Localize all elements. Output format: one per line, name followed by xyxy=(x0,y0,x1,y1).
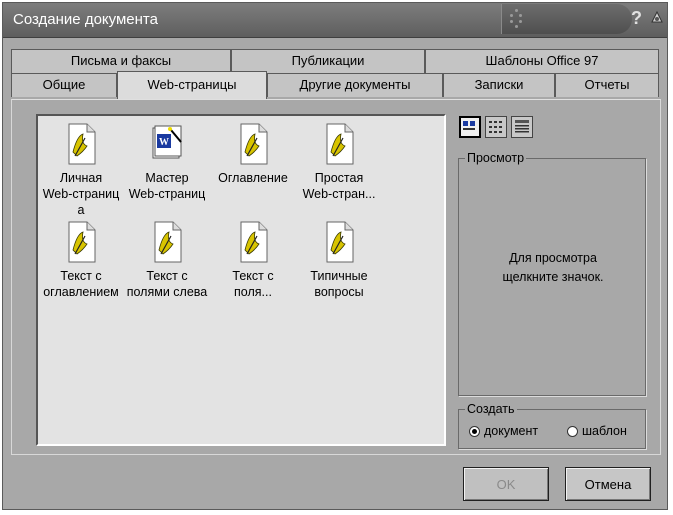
template-label: Оглавление xyxy=(218,171,288,185)
large-icons-icon xyxy=(463,121,475,130)
template-simple-web-page[interactable]: Простая Web-стран... xyxy=(296,122,382,202)
web-page-template-icon xyxy=(154,221,182,263)
tab-label: Записки xyxy=(474,77,524,92)
web-page-template-icon xyxy=(240,221,268,263)
template-label: Текст с xyxy=(232,269,274,283)
template-list[interactable]: Личная Web-страниц а W Мастер Web-страни… xyxy=(36,114,446,446)
web-page-template-icon xyxy=(68,123,96,165)
template-text-left-margin[interactable]: Текст с полями слева xyxy=(124,220,210,300)
wizard-icon: W xyxy=(152,125,182,159)
template-label: оглавлением xyxy=(43,285,119,299)
template-text-with-toc[interactable]: Текст с оглавлением xyxy=(38,220,124,300)
template-label: Web-страниц xyxy=(42,187,120,201)
web-page-template-icon xyxy=(326,123,354,165)
preview-hint-line: щелкните значок. xyxy=(502,270,604,284)
tab-memos[interactable]: Записки xyxy=(443,73,555,97)
template-label: Текст с xyxy=(146,269,188,283)
tab-office97-templates[interactable]: Шаблоны Office 97 xyxy=(425,49,659,73)
cancel-button[interactable]: Отмена xyxy=(565,467,651,501)
radio-template[interactable]: шаблон xyxy=(567,424,627,438)
template-label: Типичные xyxy=(310,269,368,283)
window-title: Создание документа xyxy=(13,11,158,28)
template-faq[interactable]: Типичные вопросы xyxy=(296,220,382,300)
template-personal-web-page[interactable]: Личная Web-страниц а xyxy=(38,122,124,218)
radio-label: документ xyxy=(484,424,539,438)
tab-label: Шаблоны Office 97 xyxy=(485,53,599,68)
template-label: поля... xyxy=(234,285,272,299)
tab-other-documents[interactable]: Другие документы xyxy=(267,73,443,97)
template-label: Личная xyxy=(59,171,103,185)
preview-hint-line: Для просмотра xyxy=(509,251,597,265)
tab-label: Другие документы xyxy=(299,77,411,92)
web-page-template-icon xyxy=(68,221,96,263)
template-label: вопросы xyxy=(314,285,364,299)
svg-text:W: W xyxy=(159,137,169,148)
tab-label: Публикации xyxy=(291,53,365,68)
tab-label: Общие xyxy=(42,77,86,92)
web-page-template-icon xyxy=(240,123,268,165)
title-bar[interactable]: Создание документа ? xyxy=(3,3,667,38)
list-icon xyxy=(489,121,502,133)
radio-document[interactable]: документ xyxy=(469,424,538,438)
radio-unchecked-icon xyxy=(567,426,578,437)
template-label: Web-стран... xyxy=(302,187,376,201)
create-group: Создать документ шаблон xyxy=(458,402,646,449)
details-view-button[interactable] xyxy=(511,116,533,138)
large-icons-view-button[interactable] xyxy=(459,116,481,138)
template-label: Web-страниц xyxy=(128,187,206,201)
template-label: Мастер xyxy=(145,171,189,185)
template-web-page-wizard[interactable]: W Мастер Web-страниц xyxy=(124,122,210,202)
tab-strip: Письма и факсы Публикации Шаблоны Office… xyxy=(11,49,661,99)
details-icon xyxy=(515,120,529,133)
radio-label: шаблон xyxy=(582,424,627,438)
preview-group-label: Просмотр xyxy=(465,151,527,165)
template-label: а xyxy=(77,203,85,217)
preview-group: Просмотр Для просмотра щелкните значок. xyxy=(458,151,647,396)
template-label: Текст с xyxy=(60,269,102,283)
web-page-template-icon xyxy=(326,221,354,263)
list-view-button[interactable] xyxy=(485,116,507,138)
new-document-dialog: Создание документа ? Письма и факсы Публ… xyxy=(2,2,668,510)
tab-letters-faxes[interactable]: Письма и факсы xyxy=(11,49,231,73)
create-group-label: Создать xyxy=(465,402,517,416)
preview-hint: Для просмотра щелкните значок. xyxy=(459,249,647,287)
tab-label: Письма и факсы xyxy=(70,53,172,68)
close-icon[interactable] xyxy=(649,9,665,25)
grip-icon xyxy=(507,9,525,29)
radio-checked-icon xyxy=(469,426,480,437)
help-icon[interactable]: ? xyxy=(631,8,642,29)
template-text-margins[interactable]: Текст с поля... xyxy=(210,220,296,300)
template-label: Простая xyxy=(314,171,364,185)
tab-panel: Личная Web-страниц а W Мастер Web-страни… xyxy=(11,99,661,455)
tab-label: Отчеты xyxy=(584,77,630,92)
ok-button[interactable]: OK xyxy=(463,467,549,501)
tab-reports[interactable]: Отчеты xyxy=(555,73,659,97)
tab-general[interactable]: Общие xyxy=(11,73,117,97)
tab-publications[interactable]: Публикации xyxy=(231,49,425,73)
template-label: полями слева xyxy=(126,285,208,299)
template-table-of-contents[interactable]: Оглавление xyxy=(210,122,296,186)
tab-label: Web-страницы xyxy=(147,77,237,92)
tab-web-pages[interactable]: Web-страницы xyxy=(117,71,267,99)
